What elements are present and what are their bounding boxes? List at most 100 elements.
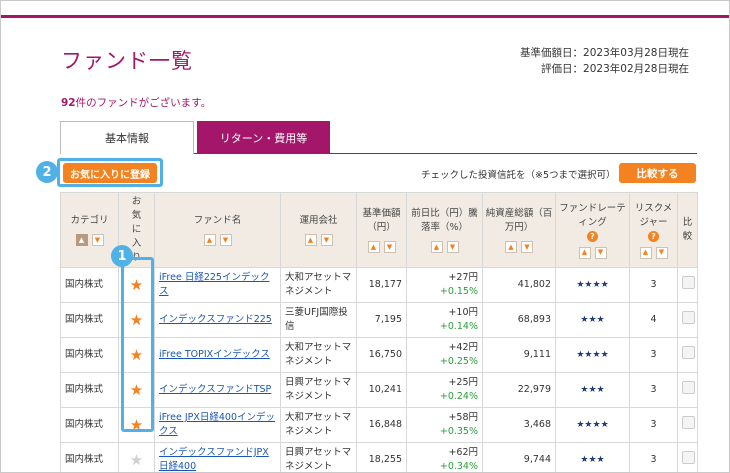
change-amount: +58円 bbox=[448, 412, 478, 423]
sort-down-icon[interactable]: ▼ bbox=[594, 246, 607, 259]
col-rating-label: ファンドレーティング bbox=[559, 202, 626, 228]
col-risk-label: リスクメジャー bbox=[634, 202, 673, 228]
rating-stars: ★★★★ bbox=[555, 337, 630, 373]
cell-compare bbox=[677, 442, 698, 472]
cell-company: 大和アセットマネジメント bbox=[280, 267, 357, 303]
change-amount: +10円 bbox=[448, 307, 478, 318]
compare-checkbox[interactable] bbox=[682, 451, 695, 464]
sort-up-icon[interactable]: ▲ bbox=[578, 246, 591, 259]
sort-up-icon[interactable]: ▲ bbox=[304, 234, 317, 246]
cell-assets: 68,893 bbox=[482, 302, 556, 338]
compare-checkbox[interactable] bbox=[682, 346, 695, 359]
sort-up-icon[interactable]: ▲ bbox=[367, 241, 380, 253]
table-row: 国内株式 ★ インデックスファンドJPX日経400 日興アセットマネジメント 18,25… bbox=[60, 442, 698, 472]
step-marker-2: 2 bbox=[36, 161, 58, 183]
fund-count: 92 bbox=[61, 97, 76, 109]
sort-up-icon[interactable]: ▲ bbox=[430, 241, 443, 253]
sort-up-icon[interactable]: ▲ bbox=[203, 234, 216, 246]
col-category: カテゴリ ▲ ▼ bbox=[60, 192, 119, 268]
cell-nav: 7,195 bbox=[356, 302, 407, 338]
help-icon[interactable]: ? bbox=[648, 231, 659, 242]
add-favorite-button[interactable]: お気に入りに登録 bbox=[63, 163, 157, 183]
cell-nav: 16,750 bbox=[356, 337, 407, 373]
cell-fund-name: iFree TOPIXインデックス bbox=[154, 337, 281, 373]
page-frame: ファンド一覧 基準価額日：2023年03月28日現在 評価日：2023年02月2… bbox=[0, 0, 730, 473]
col-fund-name: ファンド名 ▲ ▼ bbox=[154, 192, 281, 268]
cell-assets: 3,468 bbox=[482, 407, 556, 443]
col-assets-label: 純資産総額（百万円） bbox=[485, 208, 553, 233]
tab-return-cost[interactable]: リターン・費用等 bbox=[197, 121, 330, 154]
fund-name-link[interactable]: インデックスファンド225 bbox=[159, 314, 272, 325]
cell-company: 三菱UFJ国際投信 bbox=[280, 302, 357, 338]
col-compare-label: 比較 bbox=[682, 217, 693, 242]
fund-name-link[interactable]: iFree 日経225インデックス bbox=[159, 272, 269, 297]
col-company-label: 運用会社 bbox=[299, 215, 338, 226]
sort-down-icon[interactable]: ▼ bbox=[655, 246, 668, 259]
compare-checkbox[interactable] bbox=[682, 276, 695, 289]
cell-change: +27円 +0.15% bbox=[406, 267, 483, 303]
page-title: ファンド一覧 bbox=[61, 49, 193, 73]
cell-compare bbox=[677, 407, 698, 443]
favorite-star-icon[interactable]: ★ bbox=[118, 442, 155, 472]
table-row: 国内株式 ★ iFree TOPIXインデックス 大和アセットマネジメント 16,750… bbox=[60, 337, 698, 373]
col-nav: 基準価額（円） ▲ ▼ bbox=[356, 192, 407, 268]
change-percent: +0.34% bbox=[439, 461, 478, 472]
tab-basic-info[interactable]: 基本情報 bbox=[60, 121, 194, 154]
change-percent: +0.25% bbox=[439, 356, 478, 367]
change-percent: +0.35% bbox=[439, 426, 478, 437]
rating-stars: ★★★ bbox=[555, 442, 630, 472]
compare-checkbox[interactable] bbox=[682, 416, 695, 429]
sort-up-icon[interactable]: ▲ bbox=[639, 246, 652, 259]
cell-fund-name: iFree 日経225インデックス bbox=[154, 267, 281, 303]
cell-category: 国内株式 bbox=[60, 302, 119, 338]
fund-count-suffix: 件のファンドがございます。 bbox=[75, 97, 212, 109]
col-nav-label: 基準価額（円） bbox=[362, 208, 401, 233]
sort-down-icon[interactable]: ▼ bbox=[383, 241, 396, 253]
rating-stars: ★★★★ bbox=[555, 267, 630, 303]
sort-down-icon[interactable]: ▼ bbox=[320, 234, 333, 246]
cell-category: 国内株式 bbox=[60, 407, 119, 443]
rating-stars: ★★★ bbox=[555, 372, 630, 408]
compare-checkbox[interactable] bbox=[682, 311, 695, 324]
nav-date: 基準価額日：2023年03月28日現在 bbox=[520, 47, 689, 59]
cell-fund-name: インデックスファンドJPX日経400 bbox=[154, 442, 281, 472]
fund-name-link[interactable]: iFree TOPIXインデックス bbox=[159, 349, 270, 360]
sort-down-icon[interactable]: ▼ bbox=[219, 234, 232, 246]
compare-button[interactable]: 比較する bbox=[619, 163, 696, 183]
rating-stars: ★★★★ bbox=[555, 407, 630, 443]
fund-name-link[interactable]: インデックスファンドTSP bbox=[159, 384, 271, 395]
sort-up-icon[interactable]: ▲ bbox=[75, 234, 88, 246]
fund-count-line: 92件のファンドがございます。 bbox=[61, 95, 211, 110]
sort-down-icon[interactable]: ▼ bbox=[91, 234, 104, 246]
change-percent: +0.15% bbox=[439, 286, 478, 297]
col-rating: ファンドレーティング ? ▲ ▼ bbox=[555, 192, 630, 268]
change-amount: +27円 bbox=[448, 272, 478, 283]
fund-name-link[interactable]: インデックスファンドJPX日経400 bbox=[159, 447, 269, 472]
cell-change: +58円 +0.35% bbox=[406, 407, 483, 443]
help-icon[interactable]: ? bbox=[587, 231, 598, 242]
fund-table: カテゴリ ▲ ▼ お気に入り ファンド名 ▲ ▼ 運用会社 ▲ ▼ 基準価額（円） ▲… bbox=[60, 192, 698, 472]
fund-name-link[interactable]: iFree JPX日経400インデックス bbox=[159, 412, 275, 437]
sort-up-icon[interactable]: ▲ bbox=[505, 241, 517, 253]
cell-category: 国内株式 bbox=[60, 442, 119, 472]
cell-nav: 10,241 bbox=[356, 372, 407, 408]
cell-company: 日興アセットマネジメント bbox=[280, 442, 357, 472]
cell-compare bbox=[677, 337, 698, 373]
cell-category: 国内株式 bbox=[60, 372, 119, 408]
cell-risk: 3 bbox=[629, 442, 678, 472]
check-note: チェックした投資信託を（※5つまで選択可） bbox=[421, 170, 616, 181]
col-fund-name-label: ファンド名 bbox=[193, 215, 242, 226]
compare-checkbox[interactable] bbox=[682, 381, 695, 394]
sort-down-icon[interactable]: ▼ bbox=[446, 241, 459, 253]
cell-nav: 18,255 bbox=[356, 442, 407, 472]
sort-down-icon[interactable]: ▼ bbox=[521, 241, 533, 253]
cell-category: 国内株式 bbox=[60, 267, 119, 303]
tab-underline bbox=[194, 153, 697, 154]
cell-risk: 3 bbox=[629, 372, 678, 408]
rating-stars: ★★★ bbox=[555, 302, 630, 338]
table-row: 国内株式 ★ iFree JPX日経400インデックス 大和アセットマネジメント 16,… bbox=[60, 407, 698, 443]
cell-assets: 9,744 bbox=[482, 442, 556, 472]
col-risk: リスクメジャー ? ▲ ▼ bbox=[629, 192, 678, 268]
change-amount: +62円 bbox=[448, 447, 478, 458]
cell-risk: 3 bbox=[629, 267, 678, 303]
